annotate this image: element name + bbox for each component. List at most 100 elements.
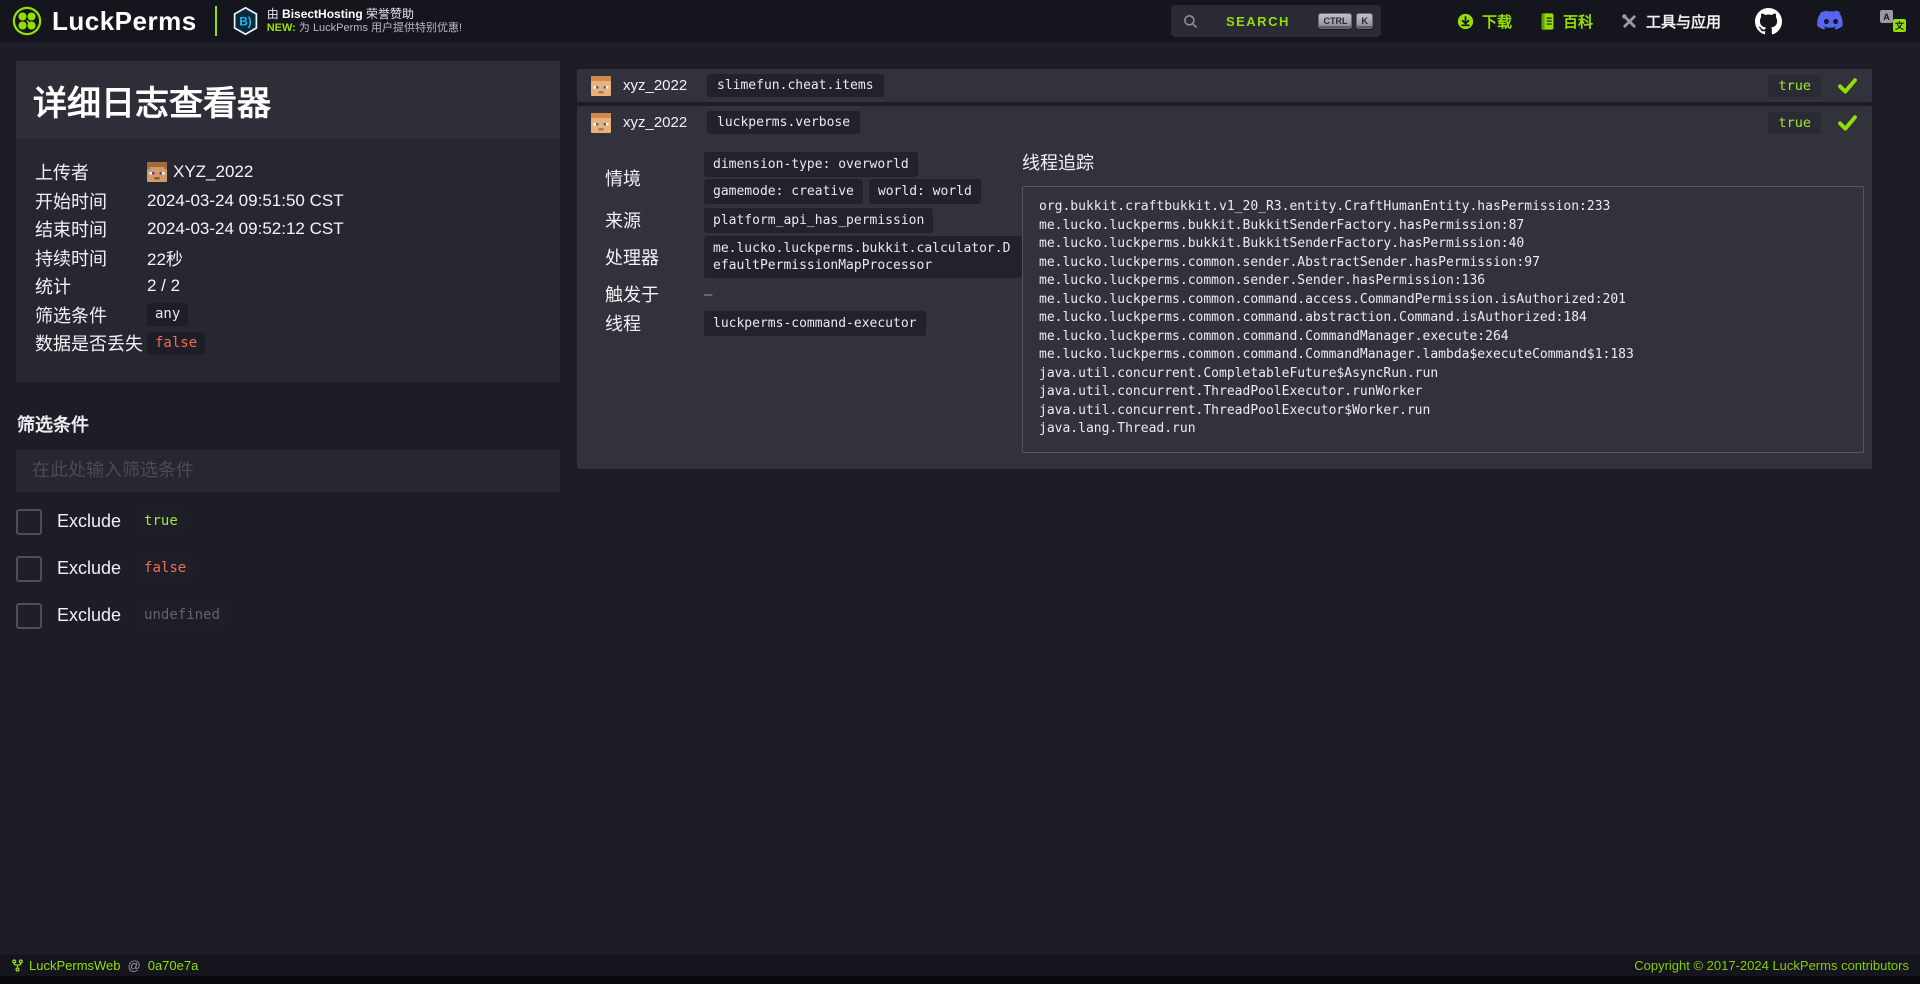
context-chip: world: world bbox=[869, 179, 981, 204]
meta-row-duration: 持续时间 22秒 bbox=[35, 244, 541, 273]
nav-github[interactable] bbox=[1755, 8, 1782, 35]
nav-discord[interactable] bbox=[1816, 10, 1846, 33]
meta-row-uploader: 上传者 XYZ_2022 bbox=[35, 158, 541, 187]
truncated-badge: false bbox=[147, 332, 205, 355]
nav-download[interactable]: 下载 bbox=[1457, 11, 1512, 32]
wiki-icon bbox=[1540, 13, 1555, 30]
sponsor-banner[interactable]: B) 由 BisectHosting 荣誉赞助 NEW: 为 LuckPerms… bbox=[233, 7, 462, 35]
trace-heading: 线程追踪 bbox=[1022, 149, 1864, 175]
detail-fields: 情境 dimension-type: overworld gamemode: c… bbox=[605, 152, 1022, 453]
minecraft-avatar-icon bbox=[591, 113, 611, 133]
stack-trace-line: org.bukkit.craftbukkit.v1_20_R3.entity.C… bbox=[1039, 198, 1847, 217]
search-label: SEARCH bbox=[1226, 14, 1290, 29]
footer-copyright: Copyright © 2017-2024 LuckPerms contribu… bbox=[1634, 958, 1909, 973]
thread-value-badge: luckperms-command-executor bbox=[704, 311, 926, 336]
session-meta: 上传者 XYZ_2022 开始时间 bbox=[16, 138, 560, 382]
context-chip: gamemode: creative bbox=[704, 179, 863, 204]
git-branch-icon bbox=[11, 959, 24, 972]
stack-trace-line: me.lucko.luckperms.common.command.access… bbox=[1039, 291, 1847, 310]
download-icon bbox=[1457, 13, 1474, 30]
thread-trace: 线程追踪 org.bukkit.craftbukkit.v1_20_R3.ent… bbox=[1022, 147, 1864, 453]
minecraft-avatar-icon bbox=[147, 162, 167, 182]
filter-section-heading: 筛选条件 bbox=[17, 411, 560, 437]
meta-row-truncated: 数据是否丢失 false bbox=[35, 329, 541, 358]
check-icon bbox=[1837, 75, 1858, 96]
luckperms-logo-icon bbox=[12, 6, 42, 36]
exclude-false-row: Exclude false bbox=[16, 556, 560, 582]
entry-result-badge: true bbox=[1768, 75, 1821, 97]
search-input[interactable]: SEARCH CTRL K bbox=[1171, 5, 1381, 37]
sponsor-line1: 由 BisectHosting 荣誉赞助 bbox=[267, 7, 462, 21]
stack-trace-line: me.lucko.luckperms.common.sender.Abstrac… bbox=[1039, 254, 1847, 273]
nav-tools[interactable]: 工具与应用 bbox=[1621, 11, 1721, 32]
exclude-undefined-checkbox[interactable] bbox=[16, 603, 42, 629]
exclude-true-badge: true bbox=[136, 510, 186, 533]
meta-row-count: 统计 2 / 2 bbox=[35, 272, 541, 301]
context-chip: dimension-type: overworld bbox=[704, 152, 918, 177]
bottom-strip bbox=[0, 976, 1920, 984]
start-time: 2024-03-24 09:51:50 CST bbox=[147, 191, 344, 211]
page-title: 详细日志查看器 bbox=[16, 61, 560, 138]
discord-icon bbox=[1816, 10, 1846, 33]
sidebar: 详细日志查看器 上传者 XYZ_2022 bbox=[16, 61, 560, 629]
stack-trace-line: me.lucko.luckperms.common.command.abstra… bbox=[1039, 309, 1847, 328]
processor-value-badge: me.lucko.luckperms.bukkit.calculator.Def… bbox=[704, 236, 1022, 278]
footer: LuckPermsWeb @ 0a70e7a Copyright © 2017-… bbox=[0, 954, 1920, 976]
log-entry-row[interactable]: xyz_2022 slimefun.cheat.items true bbox=[577, 69, 1872, 102]
cause-value: – bbox=[704, 286, 1022, 303]
count: 2 / 2 bbox=[147, 276, 180, 296]
navbar: LuckPerms B) 由 BisectHosting 荣誉赞助 NEW: 为… bbox=[0, 0, 1920, 42]
footer-repo-link[interactable]: LuckPermsWeb @ 0a70e7a bbox=[11, 958, 198, 973]
translate-icon: A 文 bbox=[1880, 10, 1906, 32]
exclude-true-checkbox[interactable] bbox=[16, 509, 42, 535]
nav-wiki[interactable]: 百科 bbox=[1540, 11, 1593, 32]
footer-repo-name: LuckPermsWeb bbox=[29, 958, 121, 973]
origin-value-badge: platform_api_has_permission bbox=[704, 208, 933, 233]
end-time: 2024-03-24 09:52:12 CST bbox=[147, 219, 344, 239]
meta-row-end: 结束时间 2024-03-24 09:52:12 CST bbox=[35, 215, 541, 244]
github-icon bbox=[1755, 8, 1782, 35]
search-icon bbox=[1183, 14, 1198, 29]
meta-row-start: 开始时间 2024-03-24 09:51:50 CST bbox=[35, 187, 541, 216]
context-label: 情境 bbox=[605, 165, 704, 191]
brand-title: LuckPerms bbox=[52, 6, 197, 37]
sponsor-line2: NEW: 为 LuckPerms 用户提供特别优惠! bbox=[267, 21, 462, 35]
stack-trace-line: java.util.concurrent.ThreadPoolExecutor$… bbox=[1039, 402, 1847, 421]
entry-permission-badge: slimefun.cheat.items bbox=[707, 74, 884, 97]
exclude-undefined-badge: undefined bbox=[136, 604, 228, 627]
meta-row-filter: 筛选条件 any bbox=[35, 301, 541, 330]
meta-label: 上传者 bbox=[35, 159, 147, 185]
check-icon bbox=[1837, 112, 1858, 133]
stack-trace-line: java.lang.Thread.run bbox=[1039, 420, 1847, 439]
navbar-divider bbox=[215, 6, 217, 36]
exclude-false-checkbox[interactable] bbox=[16, 556, 42, 582]
entry-detail-panel: 情境 dimension-type: overworld gamemode: c… bbox=[577, 139, 1872, 469]
entry-permission-badge: luckperms.verbose bbox=[707, 111, 860, 134]
nav-translate[interactable]: A 文 bbox=[1880, 10, 1906, 32]
exclude-false-badge: false bbox=[136, 557, 194, 580]
log-entries: xyz_2022 slimefun.cheat.items true bbox=[577, 69, 1872, 473]
stack-trace-line: me.lucko.luckperms.common.command.Comman… bbox=[1039, 328, 1847, 347]
tools-icon bbox=[1621, 13, 1638, 30]
nav-links: 下载 百科 工具与应用 bbox=[1419, 8, 1906, 35]
thread-label: 线程 bbox=[605, 310, 704, 336]
log-entry-row[interactable]: xyz_2022 luckperms.verbose true bbox=[577, 106, 1872, 139]
bisecthosting-logo-icon: B) bbox=[233, 7, 258, 35]
stack-trace-line: java.util.concurrent.ThreadPoolExecutor.… bbox=[1039, 383, 1847, 402]
minecraft-avatar-icon bbox=[591, 76, 611, 96]
stack-trace-line: me.lucko.luckperms.common.command.Comman… bbox=[1039, 346, 1847, 365]
stack-trace-line: java.util.concurrent.CompletableFuture$A… bbox=[1039, 365, 1847, 384]
processor-label: 处理器 bbox=[605, 244, 704, 270]
entry-user: xyz_2022 bbox=[623, 114, 707, 131]
entry-user: xyz_2022 bbox=[623, 77, 707, 94]
stack-trace-line: me.lucko.luckperms.bukkit.BukkitSenderFa… bbox=[1039, 235, 1847, 254]
cause-label: 触发于 bbox=[605, 281, 704, 307]
uploader-link[interactable]: XYZ_2022 bbox=[173, 162, 253, 182]
entry-result-badge: true bbox=[1768, 112, 1821, 134]
kbd-k: K bbox=[1356, 13, 1373, 29]
stack-trace-box: org.bukkit.craftbukkit.v1_20_R3.entity.C… bbox=[1022, 186, 1864, 453]
origin-label: 来源 bbox=[605, 207, 704, 233]
filter-input[interactable] bbox=[16, 450, 560, 492]
stack-trace-line: me.lucko.luckperms.common.sender.Sender.… bbox=[1039, 272, 1847, 291]
luckperms-home-link[interactable]: LuckPerms bbox=[12, 6, 197, 37]
